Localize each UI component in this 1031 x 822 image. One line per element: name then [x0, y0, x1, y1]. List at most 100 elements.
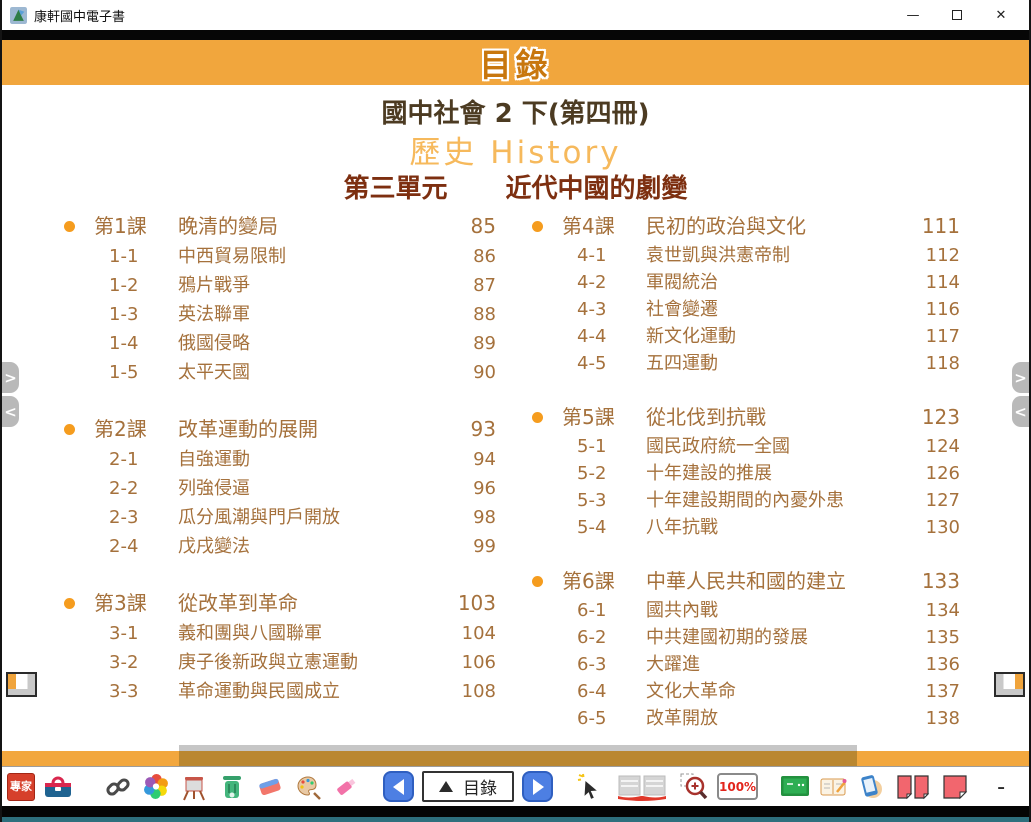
right-panel-close-chevron[interactable]: < [1012, 396, 1029, 427]
one-page-view-icon[interactable] [940, 772, 970, 802]
toc-sub-row[interactable]: 1-3 英法聯軍 88 [64, 300, 496, 329]
toc-lesson-row[interactable]: 第4課 民初的政治與文化 111 [532, 210, 960, 242]
horizontal-scrollbar-thumb[interactable] [179, 751, 857, 766]
toc-sub-row[interactable]: 1-5 太平天國 90 [64, 358, 496, 387]
toc-sub-row[interactable]: 2-1 自強運動 94 [64, 445, 496, 474]
toc-sub-row[interactable]: 1-1 中西貿易限制 86 [64, 242, 496, 271]
mobile-device-icon[interactable] [856, 772, 886, 802]
bullet-spacer [532, 713, 543, 724]
toc-sub-row[interactable]: 3-1 義和團與八國聯軍 104 [64, 619, 496, 648]
next-page-button[interactable] [522, 771, 553, 802]
left-panel-close-chevron[interactable]: < [2, 396, 19, 427]
bullet-spacer [532, 250, 543, 261]
window-close-button[interactable]: ✕ [979, 1, 1023, 29]
sub-page-number: 114 [908, 269, 960, 296]
toc-sub-row[interactable]: 3-3 革命運動與民國成立 108 [64, 677, 496, 706]
toc-sub-row[interactable]: 5-1 國民政府統一全國 124 [532, 433, 960, 460]
left-panel-open-chevron[interactable]: > [2, 362, 19, 393]
arrow-right-icon [533, 779, 552, 795]
toc-lesson-block: 第1課 晚清的變局 85 1-1 中西貿易限制 86 1-2 鴉片戰爭 87 1… [64, 210, 496, 387]
bottom-black-strip [2, 806, 1029, 817]
toc-sub-row[interactable]: 6-5 改革開放 138 [532, 705, 960, 732]
sub-page-number: 135 [908, 624, 960, 651]
toc-sub-row[interactable]: 4-2 軍閥統治 114 [532, 269, 960, 296]
sub-title: 俄國侵略 [178, 329, 444, 358]
toc-sub-row[interactable]: 6-2 中共建國初期的發展 135 [532, 624, 960, 651]
pinwheel-tools-icon[interactable] [141, 772, 171, 802]
toolbox-icon[interactable] [43, 772, 73, 802]
toc-sub-row[interactable]: 2-4 戊戌變法 99 [64, 532, 496, 561]
zoom-in-magnifier-icon[interactable] [679, 772, 709, 802]
toc-sub-row[interactable]: 4-4 新文化運動 117 [532, 323, 960, 350]
sub-title: 革命運動與民國成立 [178, 677, 444, 706]
chalkboard-icon[interactable] [780, 772, 810, 802]
trash-icon[interactable] [217, 772, 247, 802]
bullet-spacer [532, 331, 543, 342]
app-logo-icon [10, 7, 27, 24]
toc-sub-row[interactable]: 1-4 俄國侵略 89 [64, 329, 496, 358]
toc-sub-row[interactable]: 5-2 十年建設的推展 126 [532, 460, 960, 487]
sub-title: 自強運動 [178, 445, 444, 474]
expert-mode-button[interactable]: 專家 [7, 773, 35, 801]
toc-lesson-row[interactable]: 第5課 從北伐到抗戰 123 [532, 401, 960, 433]
toc-sub-row[interactable]: 4-1 袁世凱與洪憲帝制 112 [532, 242, 960, 269]
sub-page-number: 108 [444, 677, 496, 706]
toc-sub-row[interactable]: 5-4 八年抗戰 130 [532, 514, 960, 541]
toc-sub-row[interactable]: 5-3 十年建設期間的內憂外患 127 [532, 487, 960, 514]
cursor-icon[interactable] [575, 772, 605, 802]
palette-icon[interactable] [293, 772, 323, 802]
toc-sub-row[interactable]: 6-1 國共內戰 134 [532, 597, 960, 624]
top-black-strip [2, 30, 1029, 40]
prev-page-button[interactable] [383, 771, 414, 802]
window-maximize-button[interactable] [935, 1, 979, 29]
lesson-page-number: 133 [908, 565, 960, 597]
toc-sub-row[interactable]: 2-3 瓜分風潮與門戶開放 98 [64, 503, 496, 532]
lesson-label: 第5課 [562, 401, 646, 433]
toc-sub-row[interactable]: 6-4 文化大革命 137 [532, 678, 960, 705]
window-minimize-button[interactable]: — [891, 1, 935, 29]
sub-page-number: 86 [444, 242, 496, 271]
sub-title: 國共內戰 [646, 597, 908, 624]
sub-label: 1-5 [94, 358, 178, 387]
unit-title: 近代中國的劇變 [506, 168, 688, 205]
toolbar-restore-button[interactable] [1024, 772, 1031, 802]
sub-page-number: 137 [908, 678, 960, 705]
page-selector[interactable]: 目錄 [422, 771, 514, 802]
zoom-level-display[interactable]: 100% [717, 773, 758, 800]
easel-icon[interactable] [179, 772, 209, 802]
toc-sub-row[interactable]: 6-3 大躍進 136 [532, 651, 960, 678]
sub-title: 文化大革命 [646, 678, 908, 705]
toc-lesson-block: 第4課 民初的政治與文化 111 4-1 袁世凱與洪憲帝制 112 4-2 軍閥… [532, 210, 960, 377]
toc-sub-row[interactable]: 3-2 庚子後新政與立憲運動 106 [64, 648, 496, 677]
toc-sub-row[interactable]: 1-2 鴉片戰爭 87 [64, 271, 496, 300]
sub-page-number: 89 [444, 329, 496, 358]
page-corner-left-button[interactable] [6, 672, 37, 697]
toc-sub-row[interactable]: 4-5 五四運動 118 [532, 350, 960, 377]
unit-heading: 第三單元 近代中國的劇變 [2, 168, 1029, 205]
toc-sub-row[interactable]: 2-2 列強侵逼 96 [64, 474, 496, 503]
sub-label: 1-4 [94, 329, 178, 358]
sub-label: 6-3 [562, 651, 646, 678]
lesson-title: 晚清的變局 [178, 210, 444, 242]
toc-lesson-row[interactable]: 第3課 從改革到革命 103 [64, 587, 496, 619]
eraser-icon[interactable] [255, 772, 285, 802]
bullet-spacer [64, 251, 75, 262]
ebook-reader-window: 康軒國中電子書 — ✕ 目錄 國中社會 2 下(第四冊) 歷史 History … [0, 0, 1031, 822]
bullet-icon [532, 576, 543, 587]
two-page-view-icon[interactable] [894, 772, 932, 802]
page-corner-right-button[interactable] [994, 672, 1025, 697]
page-title: 目錄 [479, 40, 551, 86]
toolbar-minimize-button[interactable]: – [986, 772, 1016, 802]
sub-title: 庚子後新政與立憲運動 [178, 648, 444, 677]
link-icon[interactable] [103, 772, 133, 802]
toc-lesson-row[interactable]: 第2課 改革運動的展開 93 [64, 413, 496, 445]
toc-lesson-row[interactable]: 第6課 中華人民共和國的建立 133 [532, 565, 960, 597]
highlighter-icon[interactable] [331, 772, 361, 802]
notebook-pen-icon[interactable] [818, 772, 848, 802]
toc-sub-row[interactable]: 4-3 社會變遷 116 [532, 296, 960, 323]
toc-lesson-row[interactable]: 第1課 晚清的變局 85 [64, 210, 496, 242]
book-spread-icon[interactable] [613, 772, 671, 802]
horizontal-scrollbar-track[interactable] [2, 751, 1029, 766]
bottom-toolbar: 專家 目錄 [2, 766, 1029, 806]
right-panel-open-chevron[interactable]: > [1012, 362, 1029, 393]
